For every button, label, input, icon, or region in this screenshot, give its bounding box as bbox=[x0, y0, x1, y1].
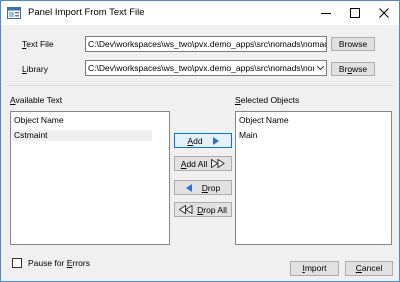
arrow-right-icon bbox=[212, 136, 219, 145]
library-browse-button[interactable]: Browse bbox=[331, 62, 375, 76]
library-label: Library bbox=[22, 64, 48, 74]
close-button[interactable] bbox=[369, 1, 399, 25]
text-file-browse-button[interactable]: Browse bbox=[331, 37, 375, 51]
text-file-label: Text File bbox=[22, 39, 54, 49]
selected-objects-list[interactable]: Object Name Main bbox=[235, 111, 392, 245]
double-arrow-left-icon bbox=[179, 205, 193, 214]
list-item-label: Cstmaint bbox=[14, 130, 48, 140]
add-button[interactable]: Add bbox=[174, 133, 232, 148]
pause-for-errors-checkbox[interactable] bbox=[12, 258, 22, 268]
chevron-down-icon[interactable] bbox=[314, 61, 326, 75]
import-dialog: Panel Import From Text File Text File C:… bbox=[0, 0, 400, 282]
add-all-button[interactable]: Add All bbox=[174, 156, 232, 171]
cancel-label: Cancel bbox=[355, 263, 383, 273]
double-arrow-right-icon bbox=[211, 159, 226, 168]
maximize-icon bbox=[350, 8, 360, 18]
selected-column-header: Object Name bbox=[239, 115, 289, 125]
add-label: Add bbox=[187, 135, 203, 146]
separator-line bbox=[6, 85, 394, 86]
window-title: Panel Import From Text File bbox=[28, 7, 145, 18]
title-bar[interactable]: Panel Import From Text File bbox=[1, 1, 399, 25]
available-text-label: Available Text bbox=[10, 95, 63, 105]
browse-label: Browse bbox=[338, 39, 368, 49]
library-browse-label: Browse bbox=[338, 64, 368, 74]
arrow-left-icon bbox=[185, 183, 192, 192]
import-label: Import bbox=[302, 263, 327, 273]
minimize-button[interactable] bbox=[311, 1, 341, 25]
drop-all-button[interactable]: Drop All bbox=[174, 202, 232, 217]
panel-window-icon bbox=[7, 6, 21, 20]
import-button[interactable]: Import bbox=[290, 261, 339, 276]
drop-label: Drop bbox=[201, 182, 221, 193]
text-file-value: C:\Dev\workspaces\ws_two\pvx.demo_apps\s… bbox=[88, 39, 327, 49]
cancel-button[interactable]: Cancel bbox=[345, 261, 393, 276]
text-file-field[interactable]: C:\Dev\workspaces\ws_two\pvx.demo_apps\s… bbox=[85, 36, 327, 52]
add-all-label: Add All bbox=[180, 158, 208, 169]
available-column-header: Object Name bbox=[14, 115, 64, 125]
drop-button[interactable]: Drop bbox=[174, 180, 232, 195]
selected-objects-label: Selected Objects bbox=[235, 95, 300, 105]
library-value: C:\Dev\workspaces\ws_two\pvx.demo_apps\s… bbox=[88, 63, 327, 73]
close-icon bbox=[379, 8, 389, 18]
library-combobox[interactable]: C:\Dev\workspaces\ws_two\pvx.demo_apps\s… bbox=[85, 60, 327, 76]
maximize-button[interactable] bbox=[340, 1, 370, 25]
minimize-icon bbox=[321, 13, 331, 14]
list-item[interactable]: Main bbox=[237, 130, 377, 141]
pause-for-errors-label: Pause for Errors bbox=[28, 258, 90, 268]
list-item-label: Main bbox=[239, 130, 258, 140]
drop-all-label: Drop All bbox=[197, 204, 227, 215]
available-text-list[interactable]: Object Name Cstmaint bbox=[10, 111, 170, 245]
list-item[interactable]: Cstmaint bbox=[12, 130, 152, 141]
